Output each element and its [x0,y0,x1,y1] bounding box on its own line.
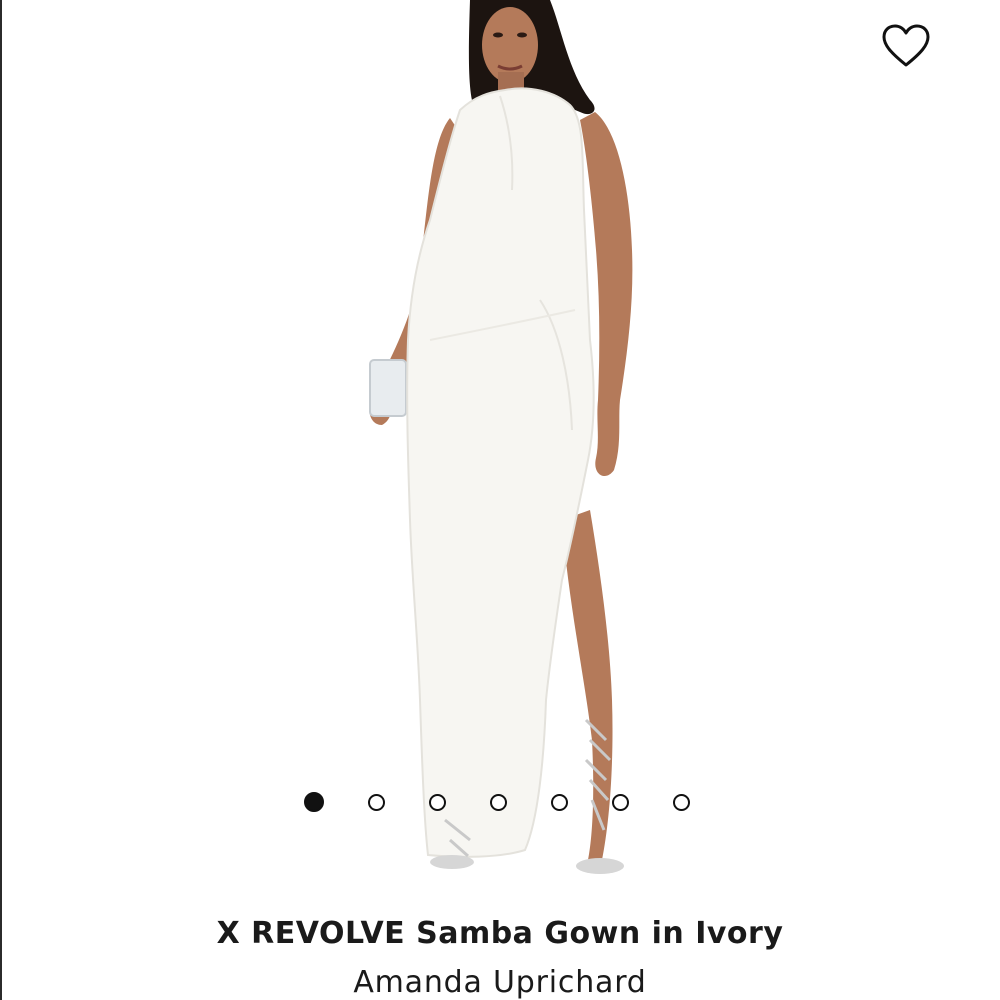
carousel-dot-2[interactable] [368,793,385,811]
image-carousel-indicator [304,790,690,814]
carousel-dot-5[interactable] [551,793,568,811]
carousel-dot-3[interactable] [429,793,446,811]
model-in-gown-illustration [369,0,633,874]
product-page: X REVOLVE Samba Gown in Ivory Amanda Upr… [0,0,1000,1000]
product-brand[interactable]: Amanda Uprichard [0,965,1000,1000]
product-title: X REVOLVE Samba Gown in Ivory [216,916,784,951]
window-edge [0,0,2,1000]
carousel-dot-1[interactable] [304,792,324,812]
carousel-dot-7[interactable] [673,793,690,811]
heart-outline-icon [882,24,930,67]
carousel-dot-6[interactable] [612,793,629,811]
favorite-button[interactable] [878,20,934,72]
carousel-dot-4[interactable] [490,793,507,811]
product-image[interactable] [300,0,700,900]
